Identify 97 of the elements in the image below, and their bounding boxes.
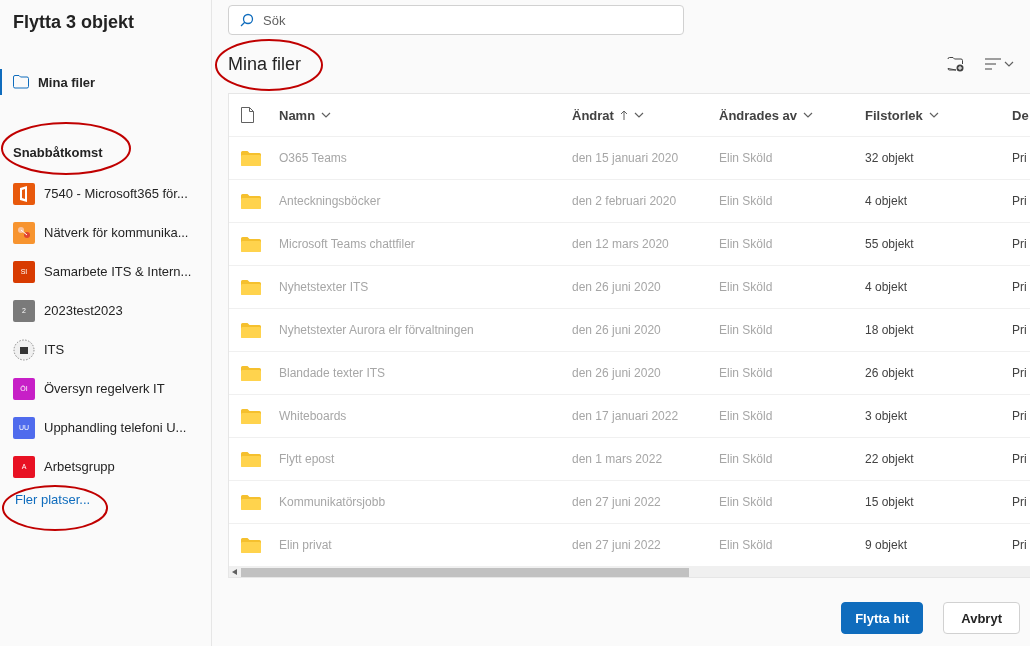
table-cell-text: Pri bbox=[1012, 452, 1028, 466]
file-row[interactable]: O365 Teams den 15 januari 2020 Elin Sköld 32 objekt Pri bbox=[229, 137, 1030, 180]
folder-icon bbox=[241, 451, 261, 467]
table-cell-text: Elin Sköld bbox=[719, 280, 774, 294]
table-cell-text: 4 objekt bbox=[865, 194, 909, 208]
table-cell-text: Pri bbox=[1012, 495, 1028, 509]
table-cell-text: den 1 mars 2022 bbox=[572, 452, 664, 466]
folder-icon bbox=[241, 150, 261, 166]
file-row[interactable]: Anteckningsböcker den 2 februari 2020 Elin Sköld 4 objekt Pri bbox=[229, 180, 1030, 223]
table-cell-text: Pri bbox=[1012, 194, 1028, 208]
quick-access-item[interactable]: Nätverk för kommunika... bbox=[0, 213, 211, 252]
file-row[interactable]: Kommunikatörsjobb den 27 juni 2022 Elin Sköld 15 objekt Pri bbox=[229, 481, 1030, 524]
folder-icon bbox=[241, 193, 261, 209]
table-cell-text: 9 objekt bbox=[865, 538, 909, 552]
dialog-title: Flytta 3 objekt bbox=[13, 12, 136, 33]
table-cell-text: Blandade texter ITS bbox=[279, 366, 387, 380]
table-cell-text: Anteckningsböcker bbox=[279, 194, 382, 208]
table-cell-text: den 12 mars 2020 bbox=[572, 237, 670, 251]
my-files-nav-item[interactable]: Mina filer bbox=[0, 69, 211, 95]
column-header[interactable]: De bbox=[1012, 107, 1030, 123]
move-here-button[interactable]: Flytta hit bbox=[841, 602, 924, 634]
horizontal-scrollbar[interactable] bbox=[229, 567, 1030, 577]
file-row[interactable]: Flytt epost den 1 mars 2022 Elin Sköld 22 objekt Pri bbox=[229, 438, 1030, 481]
table-cell-text: 26 objekt bbox=[865, 366, 915, 380]
table-cell-text: Kommunikatörsjobb bbox=[279, 495, 387, 509]
table-cell-text: 3 objekt bbox=[865, 409, 909, 423]
table-cell-text: Pri bbox=[1012, 237, 1028, 251]
table-cell-text: Elin Sköld bbox=[719, 452, 774, 466]
column-header[interactable]: Ändrat bbox=[572, 107, 719, 123]
chevron-down-icon bbox=[928, 112, 939, 118]
table-cell-text: Elin Sköld bbox=[719, 495, 774, 509]
folder-icon bbox=[13, 75, 29, 89]
table-cell-text: 32 objekt bbox=[865, 151, 915, 165]
table-cell-text: Microsoft Teams chattfiler bbox=[279, 237, 416, 251]
list-view-icon bbox=[985, 58, 1001, 70]
file-type-icon bbox=[241, 107, 254, 123]
scroll-left-icon[interactable] bbox=[232, 569, 237, 575]
search-field[interactable]: Sök bbox=[228, 5, 684, 35]
table-cell-text: O365 Teams bbox=[279, 151, 348, 165]
chevron-down-icon bbox=[633, 112, 644, 118]
table-cell-text: Whiteboards bbox=[279, 409, 348, 423]
chevron-down-icon bbox=[803, 112, 814, 118]
table-cell-text: Pri bbox=[1012, 409, 1028, 423]
folder-title: Mina filer bbox=[228, 53, 303, 75]
column-header[interactable]: Ändrades av bbox=[719, 107, 865, 123]
table-cell-text: 15 objekt bbox=[865, 495, 915, 509]
table-cell-text: den 2 februari 2020 bbox=[572, 194, 678, 208]
table-cell-text: Elin Sköld bbox=[719, 323, 774, 337]
table-cell-text: 18 objekt bbox=[865, 323, 915, 337]
quick-access-item[interactable]: 7540 - Microsoft365 för... bbox=[0, 174, 211, 213]
section-title: Snabbåtkomst bbox=[13, 145, 104, 160]
quick-access-item[interactable]: ITS bbox=[0, 330, 211, 369]
file-row[interactable]: Nyhetstexter Aurora elr förvaltningen den 26 juni 2020 Elin Sköld 18 objekt Pri bbox=[229, 309, 1030, 352]
search-icon bbox=[240, 13, 254, 27]
file-row[interactable]: Whiteboards den 17 januari 2022 Elin Sköld 3 objekt Pri bbox=[229, 395, 1030, 438]
table-cell-text: Pri bbox=[1012, 280, 1028, 294]
table-cell-text: den 27 juni 2022 bbox=[572, 495, 662, 509]
cancel-button[interactable]: Avbryt bbox=[943, 602, 1020, 634]
table-cell-text: den 26 juni 2020 bbox=[572, 323, 662, 337]
table-cell-text: Pri bbox=[1012, 323, 1028, 337]
file-row[interactable]: Microsoft Teams chattfiler den 12 mars 2020 Elin Sköld 55 objekt Pri bbox=[229, 223, 1030, 266]
table-cell-text: den 26 juni 2020 bbox=[572, 366, 662, 380]
table-cell-text: Nyhetstexter Aurora elr förvaltningen bbox=[279, 323, 475, 337]
table-cell-text: den 27 juni 2022 bbox=[572, 538, 662, 552]
table-cell-text: 55 objekt bbox=[865, 237, 915, 251]
column-header[interactable]: Filstorlek bbox=[865, 107, 1012, 123]
table-cell-text: Elin Sköld bbox=[719, 409, 774, 423]
folder-icon bbox=[241, 322, 261, 338]
table-cell-text: 22 objekt bbox=[865, 452, 915, 466]
folder-icon bbox=[241, 365, 261, 381]
column-header[interactable]: Namn bbox=[279, 107, 572, 123]
folder-icon bbox=[241, 236, 261, 252]
table-cell-text: Elin Sköld bbox=[719, 366, 774, 380]
table-cell-text: den 15 januari 2020 bbox=[572, 151, 680, 165]
table-cell-text: Elin Sköld bbox=[719, 194, 774, 208]
folder-icon bbox=[241, 537, 261, 553]
table-cell-text: den 17 januari 2022 bbox=[572, 409, 680, 423]
more-places-link[interactable]: Fler platser... bbox=[15, 492, 211, 507]
table-cell-text: Pri bbox=[1012, 151, 1028, 165]
folder-icon bbox=[241, 279, 261, 295]
table-cell-text: Pri bbox=[1012, 366, 1028, 380]
folder-icon bbox=[241, 408, 261, 424]
file-row[interactable]: Nyhetstexter ITS den 26 juni 2020 Elin Sköld 4 objekt Pri bbox=[229, 266, 1030, 309]
table-cell-text: Nyhetstexter ITS bbox=[279, 280, 370, 294]
table-cell-text: Pri bbox=[1012, 538, 1028, 552]
sort-arrow-icon bbox=[619, 110, 628, 120]
table-cell-text: den 26 juni 2020 bbox=[572, 280, 662, 294]
folder-icon bbox=[241, 494, 261, 510]
table-cell-text: Elin Sköld bbox=[719, 538, 774, 552]
table-cell-text: 4 objekt bbox=[865, 280, 909, 294]
table-cell-text: Flytt epost bbox=[279, 452, 336, 466]
file-row[interactable]: Blandade texter ITS den 26 juni 2020 Elin Sköld 26 objekt Pri bbox=[229, 352, 1030, 395]
table-cell-text: Elin Sköld bbox=[719, 151, 774, 165]
table-cell-text: Elin Sköld bbox=[719, 237, 774, 251]
table-cell-text: Elin privat bbox=[279, 538, 333, 552]
chevron-down-icon bbox=[321, 112, 332, 118]
chevron-down-icon bbox=[1004, 61, 1014, 67]
